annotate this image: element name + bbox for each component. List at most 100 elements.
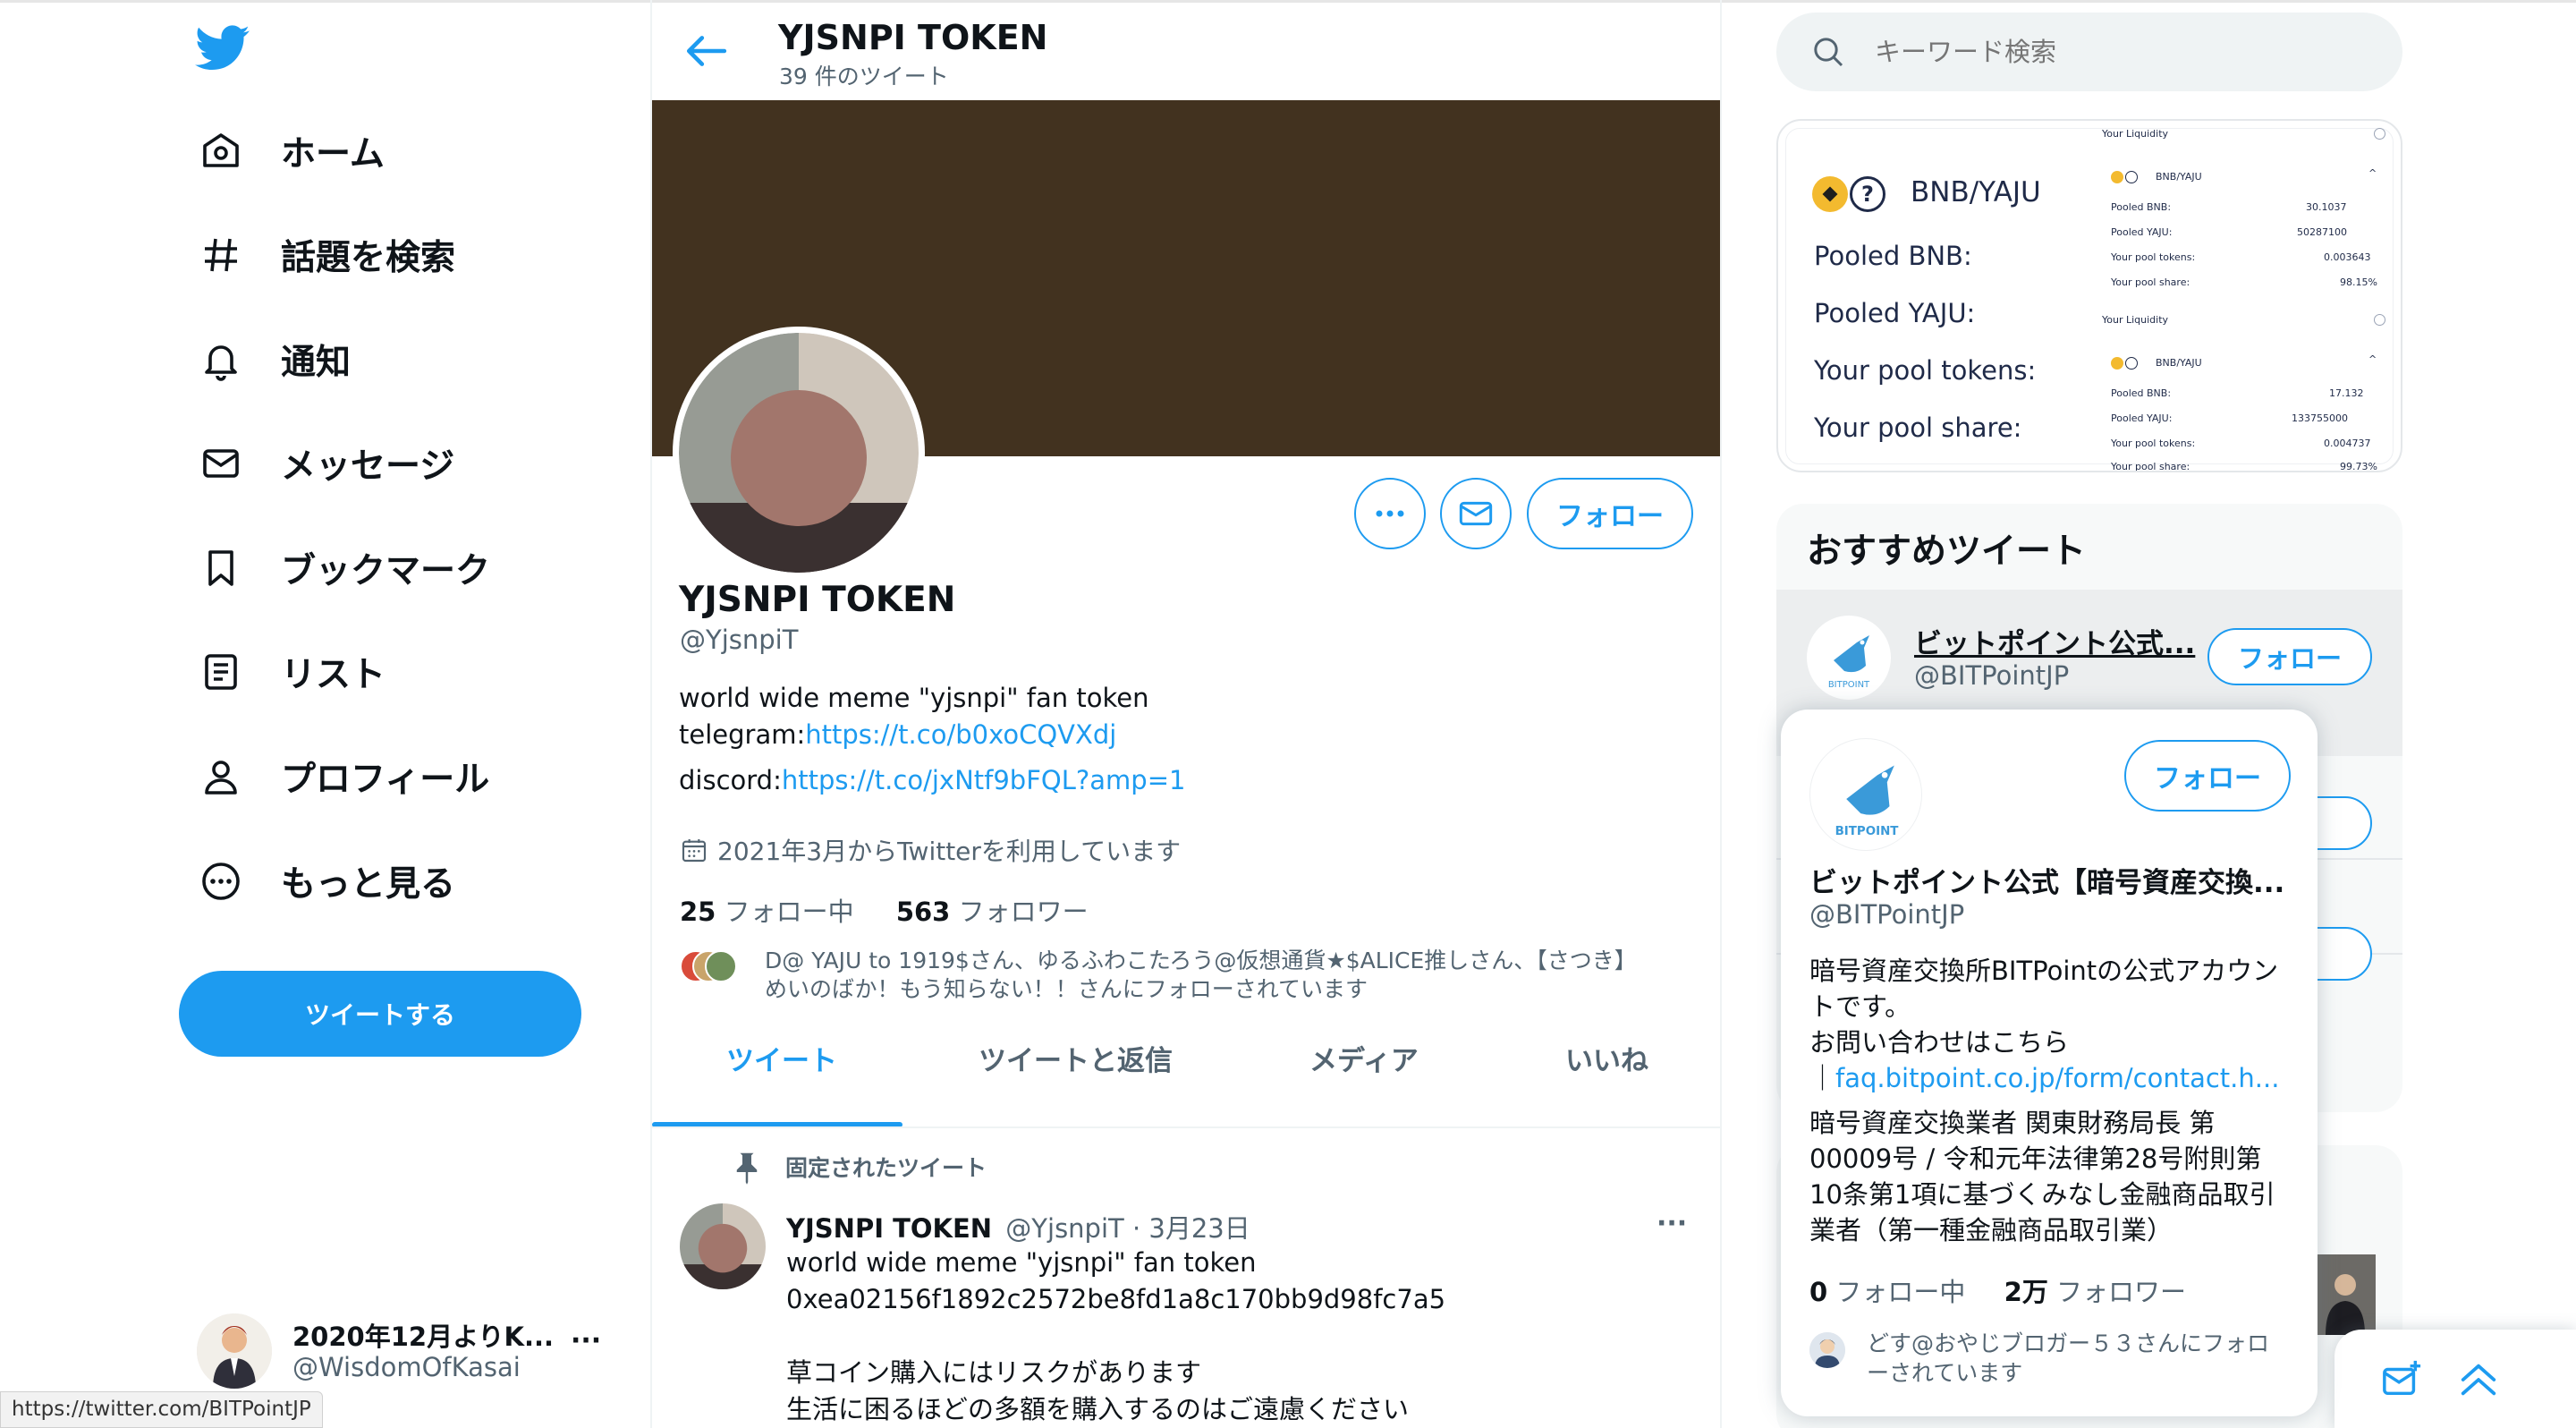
nav-explore[interactable]: 話題を検索 (199, 224, 455, 286)
nav-label: リスト (281, 655, 386, 695)
panel-value: 0.004737 (2324, 438, 2371, 449)
nav-bookmarks[interactable]: ブックマーク (199, 537, 490, 599)
panel-label: Pooled YAJU: (2111, 226, 2173, 238)
tweet-line: 草コイン購入にはリスクがあります (786, 1357, 1202, 1388)
liquidity-image[interactable]: ? BNB/YAJU Pooled BNB: Pooled YAJU: Your… (1776, 119, 2402, 472)
search-box[interactable] (1776, 13, 2402, 91)
hover-avatar[interactable]: BITPOINT (1809, 738, 1922, 851)
hover-follow-button[interactable]: フォロー (2124, 740, 2291, 812)
account-switcher[interactable]: 2020年12月よりK... @WisdomOfKasai ··· (197, 1311, 617, 1391)
nav-home[interactable]: ホーム (199, 120, 385, 183)
pin-icon (733, 1151, 760, 1185)
back-arrow-icon[interactable] (683, 31, 728, 71)
hover-bio-line: 00009号 / 令和元年法律第28号附則第 (1809, 1143, 2262, 1174)
chevron-up-icon: ^ (2368, 167, 2377, 179)
more-options-button[interactable] (1354, 478, 1426, 549)
account-avatar (197, 1313, 272, 1389)
panel-value: 0.003643 (2324, 251, 2371, 263)
tab-media[interactable]: メディア (1309, 1038, 1419, 1078)
bitpoint-logo-text: BITPOINT (1835, 825, 1900, 838)
bio-discord: discord:https://t.co/jxNtf9bFQL?amp=1 (679, 762, 1185, 799)
chevron-double-up-icon[interactable] (2458, 1360, 2499, 1403)
home-icon (199, 129, 243, 174)
window-top-border (0, 0, 2576, 3)
profile-handle: @YjsnpiT (680, 625, 799, 655)
profile-hover-card: BITPOINT フォロー ビットポイント公式【暗号資産交換... @BITPo… (1781, 710, 2318, 1416)
nav-label: ブックマーク (281, 551, 491, 591)
hover-bio-line: トです。 (1809, 991, 1911, 1022)
hashtag-icon (199, 233, 243, 277)
follow-button[interactable]: フォロー (1527, 478, 1693, 549)
chevron-up-icon: ^ (2368, 353, 2377, 365)
nav-messages[interactable]: メッセージ (199, 432, 454, 495)
panel-label: Your pool tokens: (2111, 438, 2196, 449)
hover-bio-link[interactable]: faq.bitpoint.co.jp/form/contact.h... (1835, 1063, 2279, 1093)
bnb-token-icon (2111, 171, 2123, 183)
panel-title: Your Liquidity (2102, 128, 2169, 140)
tab-tweets-replies[interactable]: ツイートと返信 (979, 1038, 1173, 1078)
panel-value: 99.73% (2340, 461, 2377, 472)
tweet-button[interactable]: ツイートする (179, 971, 581, 1057)
following-link[interactable]: 25 フォロー中 (680, 897, 854, 927)
tab-likes[interactable]: いいね (1565, 1038, 1648, 1078)
panel-value: 17.132 (2329, 387, 2364, 399)
hover-bio-prefix: ｜ (1809, 1063, 1836, 1093)
hover-followed-by[interactable]: どす@おやじブロガー５３さんにフォロ ーされています (1867, 1329, 2269, 1388)
tweet-avatar[interactable] (680, 1203, 766, 1289)
more-dots-icon[interactable]: ··· (571, 1325, 601, 1356)
bio-telegram: telegram:https://t.co/b0xoCQVXdj (679, 717, 1185, 753)
hover-follower-avatar (1809, 1332, 1845, 1368)
panel-label: Pooled YAJU: (2111, 412, 2173, 424)
panel-pair: BNB/YAJU (2156, 171, 2202, 183)
profile-avatar[interactable] (673, 327, 925, 579)
tab-tweets[interactable]: ツイート (726, 1038, 837, 1078)
recommend-follow-button[interactable]: フォロー (2207, 628, 2372, 685)
message-button[interactable] (1440, 478, 1512, 549)
nav-lists[interactable]: リスト (199, 641, 386, 703)
search-input[interactable] (1875, 29, 2376, 75)
recommend-name[interactable]: ビットポイント公式... (1914, 621, 2195, 661)
nav-label: ホーム (281, 134, 385, 174)
nav-more[interactable]: もっと見る (199, 850, 455, 913)
tweet-author-name[interactable]: YJSNPI TOKEN (786, 1213, 992, 1244)
svg-text:BITPOINT: BITPOINT (1828, 680, 1870, 690)
hover-following-label: フォロー中 (1835, 1277, 1966, 1307)
header-title: YJSNPI TOKEN (778, 18, 1048, 57)
nav-profile[interactable]: プロフィール (199, 745, 489, 808)
header-subtitle: 39 件のツイート (779, 64, 949, 89)
discord-link[interactable]: https://t.co/jxNtf9bFQL?amp=1 (782, 765, 1186, 795)
recommend-avatar[interactable]: BITPOINT (1807, 616, 1891, 700)
more-dots-icon (1376, 510, 1404, 517)
hover-following-count: 0 (1809, 1277, 1828, 1307)
liquidity-label: Pooled YAJU: (1814, 298, 1976, 328)
tweet-line: 0xea02156f1892c2572be8fd1a8c170bb9d98fc7… (786, 1284, 1446, 1314)
hover-followed-by-line: ーされています (1867, 1360, 2023, 1386)
panel-label: Pooled BNB: (2111, 387, 2172, 399)
mail-icon (1459, 501, 1493, 526)
new-message-icon[interactable] (2381, 1360, 2422, 1403)
telegram-link[interactable]: https://t.co/b0xoCQVXdj (805, 719, 1116, 750)
tweet-more-icon[interactable]: ··· (1657, 1208, 1687, 1239)
question-token-icon (2125, 171, 2138, 183)
followers-count: 563 (895, 897, 951, 927)
help-icon (2374, 128, 2385, 140)
hover-bio-line: 10条第1項に基づくみなし金融商品取引 (1809, 1179, 2275, 1210)
nav-notifications[interactable]: 通知 (199, 328, 351, 391)
nav-label: もっと見る (281, 864, 456, 905)
hover-following-link[interactable]: 0 フォロー中 (1809, 1277, 1965, 1307)
hover-followers-link[interactable]: 2万 フォロワー (2004, 1277, 2186, 1307)
message-drawer[interactable] (2334, 1330, 2576, 1428)
twitter-logo-icon[interactable] (195, 25, 250, 72)
hover-name[interactable]: ビットポイント公式【暗号資産交換... (1809, 860, 2284, 900)
followers-link[interactable]: 563 フォロワー (896, 897, 1089, 927)
account-handle: @WisdomOfKasai (292, 1352, 521, 1382)
hover-bio-link-line: ｜faq.bitpoint.co.jp/form/contact.h... (1809, 1060, 2279, 1096)
help-icon (2374, 314, 2385, 326)
panel-value: 30.1037 (2306, 201, 2347, 213)
following-count: 25 (680, 897, 716, 927)
panel-title: Your Liquidity (2102, 314, 2169, 326)
hover-bio-line: 暗号資産交換業者 関東財務局長 第 (1809, 1108, 2216, 1138)
followed-by-line: めいのばか！もう知らない！！さんにフォローされています (765, 976, 1368, 1002)
tweet-line: world wide meme "yjsnpi" fan token (786, 1247, 1257, 1278)
